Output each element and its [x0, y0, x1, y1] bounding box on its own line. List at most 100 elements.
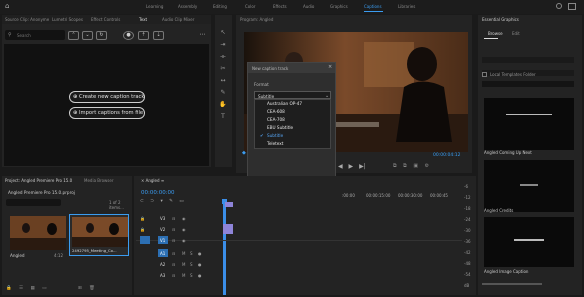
format-option-cea-608[interactable]: CEA-608	[255, 108, 330, 116]
mute-icon[interactable]: M	[182, 251, 185, 256]
step-back-icon[interactable]: ◀	[338, 163, 343, 170]
my-templates-row[interactable]	[482, 57, 574, 63]
tab-media-browser[interactable]: Media Browser	[84, 178, 114, 183]
mute-icon[interactable]: M	[182, 273, 185, 278]
thumbnail-angled[interactable]	[10, 216, 66, 250]
play-icon[interactable]: ▶	[349, 163, 354, 170]
tab-learning[interactable]: Learning	[146, 4, 163, 9]
track-toggle[interactable]: 🔒	[140, 227, 145, 232]
filter-icon[interactable]: ●	[123, 31, 134, 40]
mic-icon[interactable]: ●	[198, 251, 202, 256]
eye-icon[interactable]: ◉	[182, 216, 186, 221]
tab-assembly[interactable]: Assembly	[178, 4, 197, 9]
format-option-subtitle[interactable]: ✔ Subtitle	[255, 132, 330, 140]
slip-tool-icon[interactable]: ↔	[219, 77, 227, 85]
source-patch-v1[interactable]	[140, 236, 150, 244]
tab-editing[interactable]: Editing	[213, 4, 227, 9]
wrench-icon[interactable]: ✎	[169, 199, 173, 204]
local-templates-checkbox[interactable]	[482, 72, 487, 77]
mute-icon[interactable]: M	[182, 262, 185, 267]
down-arrow-button[interactable]: ⌄	[82, 31, 93, 40]
v1-clip[interactable]	[223, 224, 233, 234]
template-thumb-credits[interactable]	[484, 160, 574, 212]
eye-icon[interactable]: ◉	[182, 227, 186, 232]
sync-lock-icon[interactable]: ⊟	[172, 273, 175, 278]
tab-color[interactable]: Color	[245, 4, 255, 9]
type-tool-icon[interactable]: T	[219, 113, 227, 121]
search-input[interactable]: ⚲ Search	[5, 30, 65, 40]
tab-effects[interactable]: Effects	[273, 4, 287, 9]
v3-clip-marker[interactable]	[225, 202, 233, 207]
search-icon[interactable]	[556, 3, 562, 9]
tab-libraries[interactable]: Libraries	[398, 4, 415, 9]
export-frame-icon[interactable]: ▣	[413, 163, 418, 169]
extract-icon[interactable]: ⧉	[403, 163, 407, 169]
tab-audio-clip-mixer[interactable]: Audio Clip Mixer	[162, 17, 194, 22]
tab-captions[interactable]: Captions	[364, 4, 382, 9]
format-select[interactable]: Subtitle ⌄	[254, 91, 331, 99]
create-caption-track-button[interactable]: ⊕ Create new caption track	[69, 91, 145, 103]
tab-source[interactable]: Source Clip: Anonyme	[5, 17, 49, 22]
import-captions-button[interactable]: ⊕ Import captions from file	[69, 107, 145, 119]
tab-lumetri-scopes[interactable]: Lumetri Scopes	[52, 17, 83, 22]
tab-edit[interactable]: Edit	[512, 31, 520, 36]
template-thumb-image-caption[interactable]	[484, 217, 574, 267]
thumbnail-size-slider[interactable]	[482, 283, 542, 285]
tab-effect-controls[interactable]: Effect Controls	[91, 17, 120, 22]
tab-browse[interactable]: Browse	[488, 31, 503, 36]
ripple-edit-tool-icon[interactable]: ⟛	[219, 53, 227, 61]
lift-icon[interactable]: ⧉	[393, 163, 397, 169]
trash-icon[interactable]: 🗑	[89, 286, 95, 291]
settings-icon[interactable]: ⚙	[425, 163, 429, 169]
merge-caption-button[interactable]: ⇣	[153, 31, 164, 40]
sync-lock-icon[interactable]: ⊟	[172, 227, 175, 232]
sync-lock-icon[interactable]: ⊟	[172, 251, 175, 256]
template-thumb-coming-up-next[interactable]	[484, 98, 574, 150]
home-icon[interactable]: ⌂	[5, 3, 12, 10]
tab-text[interactable]: Text	[139, 17, 147, 22]
format-option-australian-op47[interactable]: Australian OP-47	[255, 100, 330, 108]
format-option-teletext[interactable]: Teletext	[255, 140, 330, 148]
eye-icon[interactable]: ◉	[182, 238, 186, 243]
selection-tool-icon[interactable]: ↖	[219, 29, 227, 37]
split-caption-button[interactable]: ⇡	[138, 31, 149, 40]
add-marker-icon[interactable]: ▾	[160, 199, 162, 204]
tab-audio[interactable]: Audio	[303, 4, 314, 9]
format-option-cea-708[interactable]: CEA-708	[255, 116, 330, 124]
pen-tool-icon[interactable]: ✎	[219, 89, 227, 97]
templates-search-input[interactable]	[482, 81, 574, 87]
track-select-tool-icon[interactable]: ⇥	[219, 41, 227, 49]
tab-graphics[interactable]: Graphics	[330, 4, 348, 9]
new-bin-icon[interactable]: ▭	[42, 286, 46, 291]
solo-icon[interactable]: S	[190, 251, 193, 256]
sync-lock-icon[interactable]: ⊟	[172, 262, 175, 267]
caption-icon[interactable]: ▭	[179, 199, 183, 204]
list-view-icon[interactable]: ☰	[19, 286, 23, 291]
solo-icon[interactable]: S	[190, 262, 193, 267]
step-forward-icon[interactable]: ▶|	[359, 163, 366, 170]
format-option-ebu-subtitle[interactable]: EBU Subtitle	[255, 124, 330, 132]
tab-essential-graphics[interactable]: Essential Graphics	[482, 17, 519, 22]
refresh-button[interactable]: ↻	[96, 31, 107, 40]
timeline-tab[interactable]: × Angled ≡	[141, 178, 164, 183]
mic-icon[interactable]: ●	[198, 262, 202, 267]
new-item-icon[interactable]: ⊞	[78, 286, 82, 291]
tab-project[interactable]: Project: Angled Premiere Pro 15.0	[5, 178, 72, 183]
linked-selection-icon[interactable]: ⊃	[150, 199, 154, 204]
playhead[interactable]	[223, 200, 226, 295]
lock-icon[interactable]: 🔒	[6, 286, 12, 291]
icon-view-icon[interactable]: ▦	[31, 286, 35, 291]
snap-icon[interactable]: ⊂	[140, 199, 144, 204]
razor-tool-icon[interactable]: ✂	[219, 65, 227, 73]
hand-tool-icon[interactable]: ✋	[219, 101, 227, 109]
sync-lock-icon[interactable]: ⊟	[172, 238, 175, 243]
up-arrow-button[interactable]: ⌃	[68, 31, 79, 40]
mic-icon[interactable]: ●	[198, 273, 202, 278]
solo-icon[interactable]: S	[190, 273, 193, 278]
thumbnail-meeting[interactable]: 2492795_Meeting_Co...	[69, 214, 129, 256]
fullscreen-icon[interactable]	[568, 3, 576, 10]
sync-lock-icon[interactable]: ⊟	[172, 216, 175, 221]
project-search-input[interactable]	[6, 199, 61, 206]
more-options-icon[interactable]: ⋯	[197, 31, 208, 40]
close-icon[interactable]: ×	[328, 64, 332, 70]
